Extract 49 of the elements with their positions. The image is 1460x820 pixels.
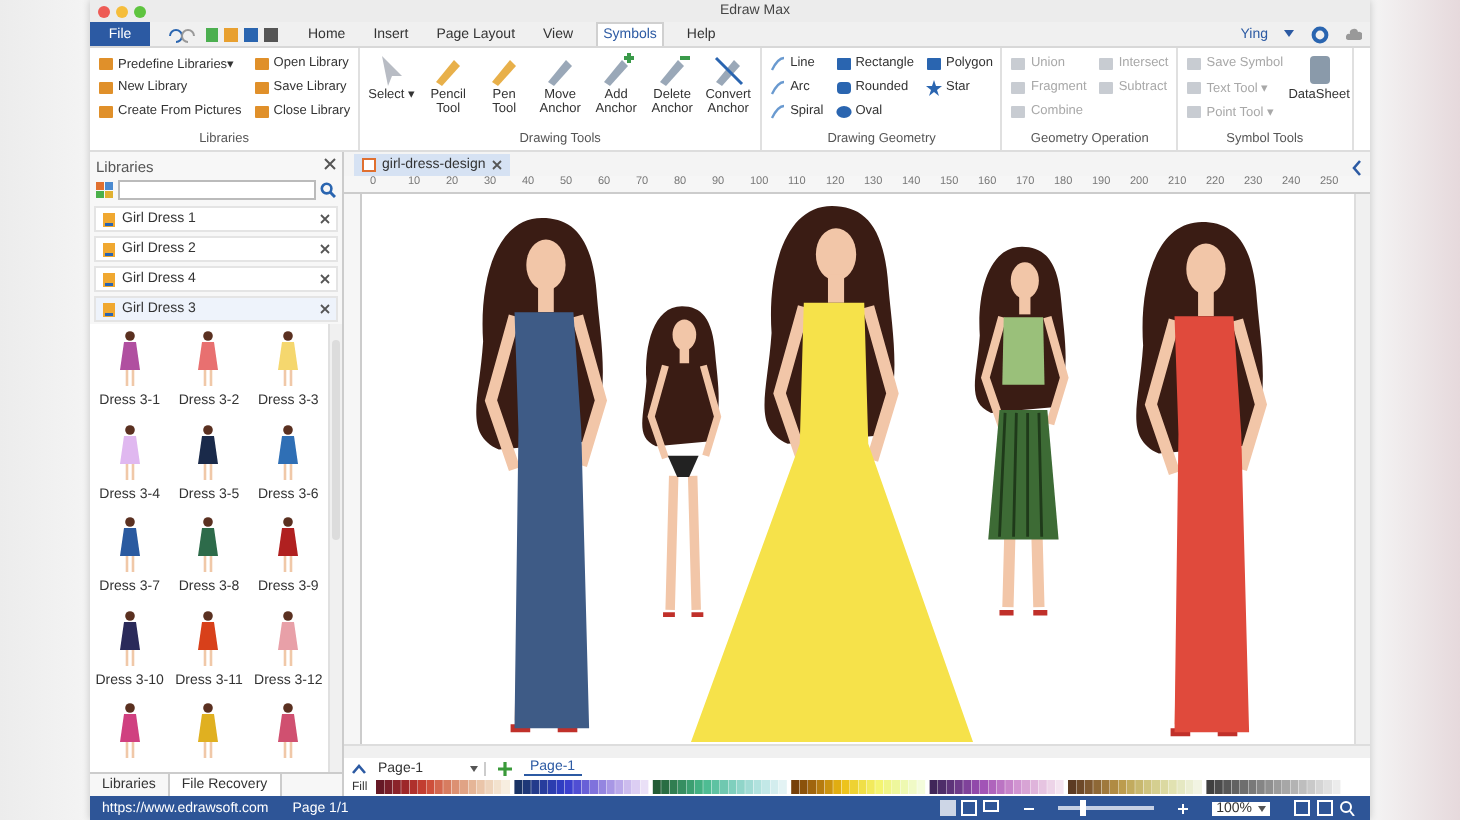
dress-figure-icon[interactable] bbox=[274, 609, 303, 669]
document-icon bbox=[362, 158, 376, 172]
dress-figure-icon[interactable] bbox=[194, 516, 223, 576]
dress-figure-icon[interactable] bbox=[194, 702, 223, 762]
caret-icon bbox=[470, 765, 478, 771]
search-icon[interactable] bbox=[320, 182, 336, 198]
dress-figure-icon[interactable] bbox=[115, 702, 144, 762]
settings-icon[interactable] bbox=[1310, 25, 1330, 43]
dress-figure-icon[interactable] bbox=[194, 609, 223, 669]
dress-figure-icon[interactable] bbox=[274, 330, 303, 390]
close-window-button[interactable] bbox=[98, 5, 110, 17]
scrollbar[interactable] bbox=[1354, 194, 1370, 744]
zoom-in-icon[interactable] bbox=[1178, 803, 1189, 813]
caret-icon bbox=[1258, 805, 1266, 811]
dress-figure-icon[interactable] bbox=[115, 423, 144, 483]
dress-figure-icon[interactable] bbox=[194, 423, 223, 483]
rectangle-icon bbox=[835, 55, 852, 71]
dress-figure-icon[interactable] bbox=[115, 516, 144, 576]
color-palette[interactable] bbox=[375, 780, 1345, 794]
close-icon[interactable] bbox=[320, 214, 330, 224]
close-icon[interactable] bbox=[320, 244, 330, 254]
fit-view-icons[interactable] bbox=[1294, 800, 1358, 816]
dress-figure-icon[interactable] bbox=[274, 702, 303, 762]
scrollbar[interactable] bbox=[344, 744, 1370, 758]
library-menu-icon[interactable] bbox=[96, 182, 114, 198]
line-icon bbox=[770, 55, 787, 71]
dress-figure-icon[interactable] bbox=[115, 609, 144, 669]
caret-icon[interactable] bbox=[1284, 30, 1294, 38]
close-icon[interactable] bbox=[320, 274, 330, 284]
dress-figure-icon[interactable] bbox=[115, 330, 144, 390]
oval-icon bbox=[835, 103, 852, 119]
add-anchor-icon bbox=[598, 52, 635, 88]
view-mode-icons[interactable] bbox=[940, 800, 1001, 816]
dress-figure-icon[interactable] bbox=[274, 516, 303, 576]
delete-anchor-icon bbox=[654, 52, 691, 88]
dress-figure-icon[interactable] bbox=[274, 423, 303, 483]
chevron-up-icon[interactable] bbox=[352, 763, 366, 773]
close-icon[interactable] bbox=[320, 304, 330, 314]
add-page-icon[interactable] bbox=[498, 761, 512, 775]
close-icon[interactable] bbox=[491, 160, 502, 170]
convert-anchor-icon bbox=[710, 52, 747, 88]
rounded-rectangle-icon bbox=[835, 79, 852, 95]
close-icon[interactable] bbox=[324, 158, 336, 170]
scrollbar[interactable] bbox=[328, 324, 342, 772]
search-field[interactable] bbox=[118, 180, 316, 200]
dress-figure-icon[interactable] bbox=[194, 330, 223, 390]
arc-icon bbox=[770, 79, 787, 95]
zoom-out-icon[interactable] bbox=[1024, 805, 1035, 811]
star-icon bbox=[925, 79, 942, 95]
